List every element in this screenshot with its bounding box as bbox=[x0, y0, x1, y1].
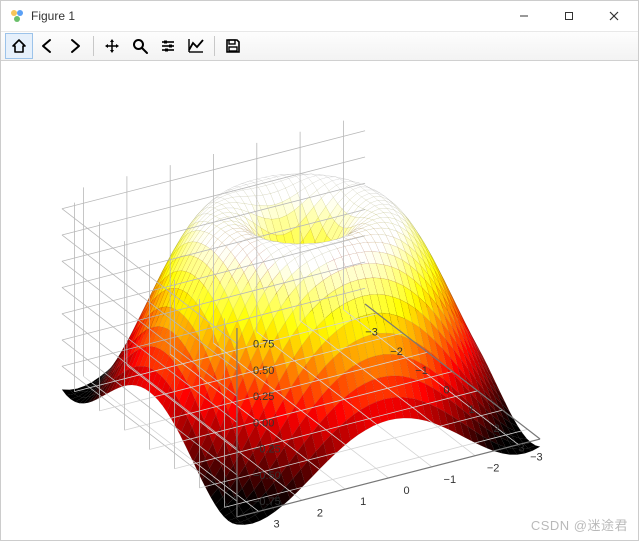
matplotlib-toolbar bbox=[1, 31, 638, 61]
figure-canvas[interactable]: −3 −2 −1 0 1 2 3 −3 −2 −1 0 1 2 3 −0.75 −0.50 −0.25 0.00 0… bbox=[1, 61, 638, 540]
svg-text:−3: −3 bbox=[530, 452, 543, 464]
window-titlebar: Figure 1 bbox=[1, 1, 638, 31]
forward-button[interactable] bbox=[61, 33, 89, 59]
svg-text:3: 3 bbox=[274, 518, 280, 530]
svg-text:−0.75: −0.75 bbox=[253, 496, 281, 508]
svg-text:2: 2 bbox=[317, 507, 323, 519]
toolbar-separator bbox=[93, 36, 94, 56]
svg-text:0: 0 bbox=[443, 385, 449, 397]
svg-text:−1: −1 bbox=[444, 474, 457, 486]
configure-subplots-button[interactable] bbox=[154, 33, 182, 59]
svg-text:0: 0 bbox=[403, 485, 409, 497]
svg-text:−0.25: −0.25 bbox=[253, 444, 281, 456]
app-icon bbox=[9, 8, 25, 24]
pan-button[interactable] bbox=[98, 33, 126, 59]
home-button[interactable] bbox=[5, 33, 33, 59]
edit-axes-button[interactable] bbox=[182, 33, 210, 59]
maximize-button[interactable] bbox=[546, 1, 591, 31]
svg-text:2: 2 bbox=[493, 423, 499, 435]
svg-text:−3: −3 bbox=[365, 327, 378, 339]
svg-text:−0.50: −0.50 bbox=[253, 470, 281, 482]
zoom-button[interactable] bbox=[126, 33, 154, 59]
save-button[interactable] bbox=[219, 33, 247, 59]
minimize-button[interactable] bbox=[501, 1, 546, 31]
svg-text:3: 3 bbox=[518, 442, 524, 454]
svg-text:0.00: 0.00 bbox=[253, 417, 274, 429]
svg-text:0.25: 0.25 bbox=[253, 391, 274, 403]
svg-text:0.75: 0.75 bbox=[253, 339, 274, 351]
svg-text:0.50: 0.50 bbox=[253, 365, 274, 377]
close-button[interactable] bbox=[591, 1, 636, 31]
svg-text:−2: −2 bbox=[390, 346, 403, 358]
svg-text:1: 1 bbox=[360, 496, 366, 508]
svg-text:−2: −2 bbox=[487, 463, 500, 475]
window-title: Figure 1 bbox=[31, 9, 75, 23]
svg-text:−1: −1 bbox=[415, 365, 428, 377]
back-button[interactable] bbox=[33, 33, 61, 59]
svg-text:1: 1 bbox=[468, 404, 474, 416]
toolbar-separator bbox=[214, 36, 215, 56]
